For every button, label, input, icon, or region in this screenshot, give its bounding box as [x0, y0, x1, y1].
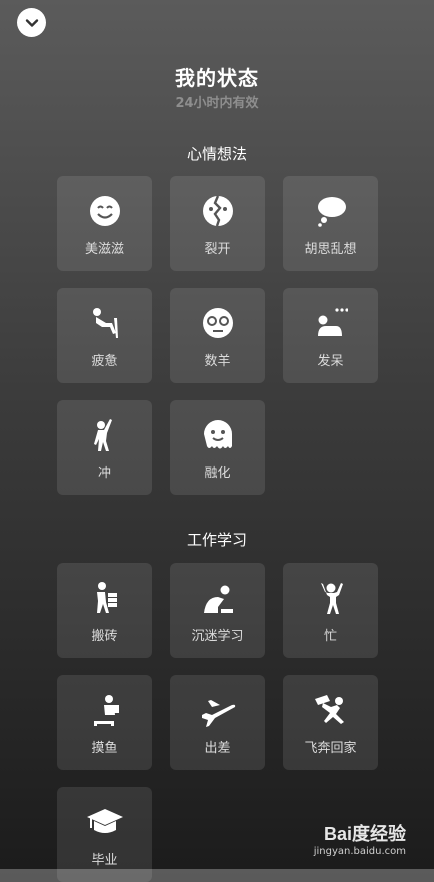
status-label: 沉迷学习: [191, 629, 244, 644]
slacking-person-icon: [93, 695, 119, 726]
status-tile-business-trip[interactable]: 出差: [170, 675, 265, 770]
section-title-work: 工作学习: [186, 531, 247, 549]
daydream-person-icon: [317, 308, 348, 336]
status-label: 疲惫: [91, 354, 118, 369]
status-tile-studying[interactable]: 沉迷学习: [170, 563, 265, 658]
smile-face-icon: [89, 196, 120, 226]
status-label: 发呆: [317, 354, 344, 369]
collapse-button[interactable]: [17, 8, 46, 37]
slumped-person-icon: [92, 308, 118, 338]
thought-bubble-icon: [317, 197, 346, 227]
status-tile-melting[interactable]: 融化: [170, 400, 265, 495]
watermark-url: jingyan.baidu.com: [313, 846, 406, 857]
charging-person-icon: [93, 419, 112, 451]
status-tile-counting-sheep[interactable]: 数羊: [170, 288, 265, 383]
status-label: 融化: [204, 466, 231, 481]
chevron-down-icon: [25, 18, 38, 27]
status-tile-graduation[interactable]: 毕业: [57, 787, 152, 882]
section-title-mood: 心情想法: [186, 145, 247, 163]
status-label: 美滋滋: [84, 242, 124, 257]
status-tile-bricks[interactable]: 搬砖: [57, 563, 152, 658]
status-tile-cracked[interactable]: 裂开: [170, 176, 265, 271]
status-tile-tired[interactable]: 疲惫: [57, 288, 152, 383]
running-home-icon: [314, 695, 344, 724]
status-label: 摸鱼: [91, 741, 118, 756]
status-label: 出差: [204, 741, 231, 756]
status-label: 毕业: [91, 853, 118, 868]
status-tile-slacking[interactable]: 摸鱼: [57, 675, 152, 770]
cracked-face-icon: [202, 195, 233, 227]
busy-person-icon: [320, 583, 343, 614]
airplane-icon: [201, 700, 235, 727]
status-tile-happy[interactable]: 美滋滋: [57, 176, 152, 271]
status-tile-charge[interactable]: 冲: [57, 400, 152, 495]
status-tile-daydream[interactable]: 发呆: [283, 288, 378, 383]
baidu-jingyan-watermark: Bai度经验 jingyan.baidu.com: [314, 820, 406, 857]
page-subtitle: 24小时内有效: [175, 96, 259, 111]
status-tile-thinking[interactable]: 胡思乱想: [283, 176, 378, 271]
status-label: 搬砖: [91, 629, 118, 644]
status-label: 冲: [97, 466, 111, 481]
status-label: 忙: [323, 629, 337, 644]
studying-person-icon: [203, 585, 233, 613]
sleepy-face-icon: [202, 308, 233, 338]
page-title: 我的状态: [175, 66, 259, 90]
status-label: 飞奔回家: [304, 741, 357, 756]
status-label: 数羊: [204, 354, 231, 369]
watermark-brand: Bai度经验: [323, 824, 406, 844]
graduation-cap-icon: [86, 809, 123, 833]
status-label: 裂开: [204, 242, 231, 257]
status-tile-running-home[interactable]: 飞奔回家: [283, 675, 378, 770]
status-tile-busy[interactable]: 忙: [283, 563, 378, 658]
status-label: 胡思乱想: [304, 242, 357, 257]
melting-face-icon: [203, 420, 232, 449]
carrying-bricks-icon: [96, 582, 117, 613]
